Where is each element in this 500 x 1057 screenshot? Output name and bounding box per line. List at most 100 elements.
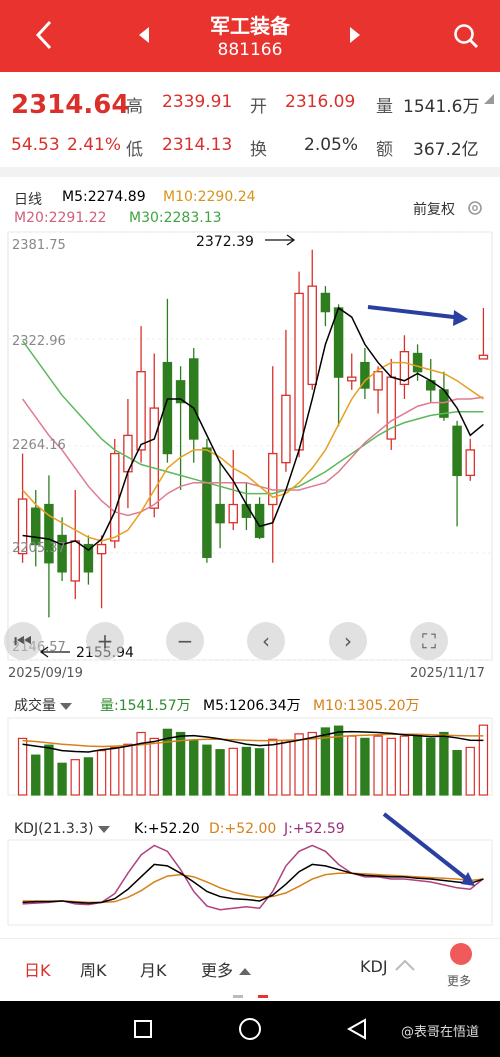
- kdj-k-legend: K:+52.20: [134, 821, 200, 837]
- candle-body: [202, 447, 212, 558]
- more-dot-icon[interactable]: [450, 943, 472, 965]
- volume-bar: [57, 762, 67, 796]
- tab-more-label: 更多: [201, 961, 234, 980]
- volume-bar: [241, 746, 252, 796]
- watermark: @表哥在悟道: [401, 1025, 480, 1040]
- trend-arrow-line: [367, 305, 463, 320]
- kdj-d-legend: D:+52.00: [209, 821, 277, 837]
- candle-body: [215, 503, 225, 524]
- recent-apps-icon[interactable]: [133, 1019, 153, 1039]
- volume-bar: [373, 735, 383, 796]
- y-tick-2: 2322.96: [12, 334, 66, 349]
- tab-kdj[interactable]: KDJ: [360, 957, 416, 976]
- tab-week-k[interactable]: 周K: [80, 957, 107, 981]
- volume-indicator-select[interactable]: 成交量: [14, 695, 72, 715]
- candle-body: [189, 358, 199, 440]
- kdj-chart-border: [7, 839, 493, 926]
- candle-body: [452, 425, 462, 477]
- y-tick-top: 2381.75: [12, 238, 66, 253]
- scroll-start-button[interactable]: ⏮: [4, 622, 42, 660]
- tab-more[interactable]: 更多: [201, 957, 252, 981]
- candle-body: [228, 503, 238, 524]
- fullscreen-button[interactable]: ⛶: [410, 622, 448, 660]
- volume-bar: [31, 754, 41, 796]
- volume-bar: [254, 748, 265, 796]
- y-tick-4: 2205.37: [12, 541, 66, 556]
- volume-bar: [70, 759, 80, 796]
- volume-bar: [386, 737, 396, 796]
- caret-up-icon: [239, 968, 252, 975]
- ma20-line: [21, 396, 484, 517]
- tab-kdj-label: KDJ: [360, 957, 388, 976]
- candle-body: [333, 307, 344, 378]
- period-tabs: 日K 周K 月K 更多 KDJ 更多: [0, 938, 500, 998]
- chevron-up-icon: [394, 959, 415, 971]
- volume-bar: [228, 747, 238, 796]
- candle-body: [347, 376, 357, 382]
- kdj-k-line: [22, 863, 484, 904]
- candle-body: [465, 449, 475, 477]
- y-tick-3: 2264.16: [12, 438, 66, 453]
- kdj-indicator-label: KDJ(21.3.3): [14, 821, 94, 837]
- zoom-out-button[interactable]: −: [166, 622, 204, 660]
- scroll-right-button[interactable]: ›: [329, 622, 367, 660]
- kline-chart[interactable]: [0, 0, 500, 1000]
- candle-body: [320, 292, 331, 313]
- max-price-note: 2372.39: [196, 234, 254, 250]
- volume-bar: [110, 746, 120, 796]
- candle-body: [373, 371, 383, 391]
- volume-bar: [17, 737, 28, 796]
- volume-indicator-label: 成交量: [14, 698, 56, 714]
- volume-bar: [83, 757, 94, 796]
- candle-body: [136, 371, 146, 451]
- tab-month-k[interactable]: 月K: [140, 957, 167, 981]
- candle-body: [478, 354, 489, 360]
- volume-bar: [399, 735, 410, 796]
- trend-arrow-head: [453, 310, 468, 326]
- volume-bar: [426, 737, 436, 796]
- volume-bar: [360, 737, 370, 796]
- volume-bar: [268, 738, 278, 796]
- scroll-left-button[interactable]: ‹: [247, 622, 285, 660]
- volume-bar: [294, 733, 304, 796]
- system-nav-bar: @表哥在悟道: [0, 1001, 500, 1057]
- dropdown-icon: [97, 825, 110, 833]
- candle-body: [31, 507, 41, 546]
- back-nav-icon[interactable]: [346, 1018, 368, 1040]
- tab-day-k[interactable]: 日K: [24, 957, 51, 981]
- chart-controls: ⏮ + − ‹ › ⛶: [0, 622, 500, 662]
- kdj-indicator-select[interactable]: KDJ(21.3.3): [14, 821, 110, 837]
- volume-bar: [136, 731, 146, 796]
- volume-m5-legend: M5:1206.34万: [203, 698, 301, 714]
- volume-bar: [175, 731, 186, 796]
- candle-body: [412, 352, 423, 373]
- candle-body: [70, 540, 80, 582]
- volume-bar: [202, 744, 212, 796]
- date-end: 2025/11/17: [410, 666, 485, 681]
- kdj-arrow-line: [382, 812, 470, 882]
- dropdown-icon: [60, 702, 72, 710]
- home-icon[interactable]: [238, 1017, 262, 1041]
- kdj-j-legend: J:+52.59: [284, 821, 345, 837]
- volume-bar: [96, 750, 107, 796]
- candle-body: [110, 452, 120, 542]
- volume-bar: [281, 740, 291, 796]
- volume-bar: [123, 743, 133, 796]
- volume-bar: [347, 735, 357, 796]
- volume-bar: [44, 744, 54, 796]
- volume-bar: [439, 731, 449, 796]
- page-indicator-1: [233, 995, 243, 998]
- candle-body: [307, 285, 317, 386]
- date-start: 2025/09/19: [8, 666, 83, 681]
- page-indicator-2: [258, 995, 268, 998]
- zoom-in-button[interactable]: +: [86, 622, 124, 660]
- tab-more-2[interactable]: 更多: [447, 972, 471, 989]
- volume-m10-legend: M10:1305.20万: [313, 698, 420, 714]
- volume-bar: [149, 737, 159, 796]
- volume-bar: [412, 734, 423, 796]
- candle-body: [294, 292, 304, 451]
- volume-bar: [307, 731, 317, 796]
- candle-body: [281, 394, 291, 464]
- volume-bar: [465, 746, 475, 796]
- candle-body: [149, 407, 159, 509]
